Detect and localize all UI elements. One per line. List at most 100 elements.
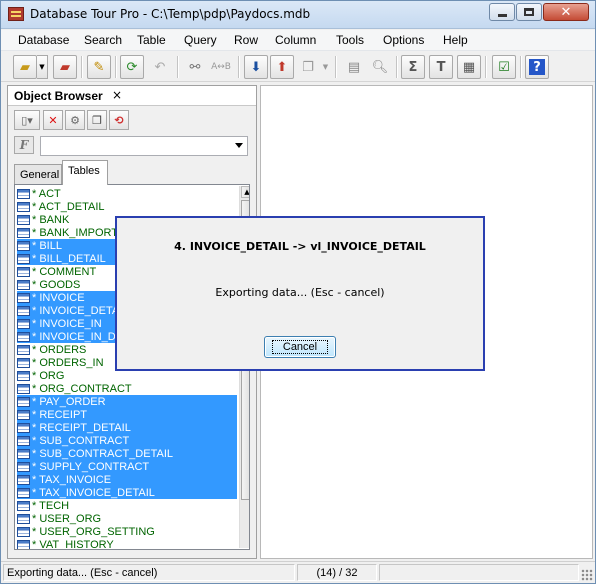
text-icon: T <box>436 59 446 75</box>
list-item[interactable]: * USER_ORG <box>17 512 102 525</box>
object-browser-close-icon[interactable]: × <box>112 88 122 102</box>
menu-row[interactable]: Row <box>234 33 258 47</box>
undo-icon: ↶ <box>154 59 166 75</box>
export-progress-dialog: 4. INVOICE_DETAIL -> vl_INVOICE_DETAIL E… <box>115 216 485 371</box>
list-item[interactable]: * RECEIPT_DETAIL <box>17 421 237 434</box>
list-item[interactable]: * ACT <box>17 187 62 200</box>
menu-help[interactable]: Help <box>443 33 468 47</box>
export-button[interactable]: ⬆ <box>270 55 294 79</box>
list-item[interactable]: * COMMENT <box>17 265 97 278</box>
table-icon <box>17 409 30 420</box>
delete-object-button[interactable]: ✕ <box>43 110 63 130</box>
app-window: Database Tour Pro - C:\Temp\pdp\Paydocs.… <box>0 0 596 584</box>
main-toolbar: ▰ ▼ ▰ ✎ ⟳ ↶ ⚯ A↔B ⬇ ⬆ ❐ ▼ ▤ 🔍︎ Σ T ▦ ☑ ? <box>1 52 595 82</box>
list-item[interactable]: * ORDERS_IN <box>17 356 105 369</box>
sql-button[interactable]: ▦ <box>457 55 481 79</box>
replace-button[interactable]: A↔B <box>209 55 233 79</box>
status-message: Exporting data... (Esc - cancel) <box>3 564 295 581</box>
table-icon <box>17 370 30 381</box>
toolbar-separator <box>177 56 178 78</box>
cancel-button[interactable]: Cancel <box>264 336 336 358</box>
menu-table[interactable]: Table <box>137 33 166 47</box>
menu-column[interactable]: Column <box>275 33 316 47</box>
window-title: Database Tour Pro - C:\Temp\pdp\Paydocs.… <box>30 7 311 21</box>
compact-button[interactable]: ⚙ <box>65 110 85 130</box>
table-icon <box>17 500 30 511</box>
undo-button[interactable]: ↶ <box>148 55 172 79</box>
help-icon: ? <box>529 59 545 75</box>
list-item[interactable]: * ACT_DETAIL <box>17 200 106 213</box>
tab-tables[interactable]: Tables <box>62 160 108 185</box>
scroll-up-icon[interactable]: ▲ <box>241 186 249 198</box>
list-item[interactable]: * TAX_INVOICE_DETAIL <box>17 486 237 499</box>
object-browser-header: Object Browser × <box>8 86 256 106</box>
copy-button[interactable]: ❐ <box>296 55 320 79</box>
list-item[interactable]: * TECH <box>17 499 70 512</box>
preview-button[interactable]: 🔍︎ <box>368 55 392 79</box>
sum-button[interactable]: Σ <box>401 55 425 79</box>
edit-icon: ✎ <box>93 59 105 75</box>
new-object-button[interactable]: ▯▾ <box>14 110 40 130</box>
copy-icon: ❐ <box>302 59 314 75</box>
table-icon <box>17 344 30 355</box>
table-icon <box>17 331 30 342</box>
toolbar-separator <box>335 56 336 78</box>
report-button[interactable]: ▤ <box>342 55 366 79</box>
list-item[interactable]: * SUPPLY_CONTRACT <box>17 460 237 473</box>
resize-grip[interactable] <box>581 569 593 581</box>
menu-tools[interactable]: Tools <box>336 33 364 47</box>
help-button[interactable]: ? <box>525 55 549 79</box>
list-item[interactable]: * TAX_INVOICE <box>17 473 237 486</box>
menu-query[interactable]: Query <box>184 33 217 47</box>
toolbar-separator <box>238 56 239 78</box>
open-database-dropdown[interactable]: ▼ <box>37 55 48 79</box>
table-icon <box>17 357 30 368</box>
new-document-icon: ▯▾ <box>21 113 33 127</box>
table-name: * COMMENT <box>32 265 97 278</box>
import-button[interactable]: ⬇ <box>244 55 268 79</box>
list-item[interactable]: * ORG_CONTRACT <box>17 382 133 395</box>
list-item[interactable]: * BANK <box>17 213 70 226</box>
copy-object-button[interactable]: ❐ <box>87 110 107 130</box>
copy-dropdown[interactable]: ▼ <box>320 55 331 79</box>
table-icon <box>17 240 30 251</box>
apply-button[interactable]: ☑ <box>492 55 516 79</box>
table-icon <box>17 279 30 290</box>
minimize-button[interactable] <box>489 3 515 21</box>
list-item[interactable]: * PAY_ORDER <box>17 395 237 408</box>
find-button[interactable]: ⚯ <box>183 55 207 79</box>
list-item[interactable]: * GOODS <box>17 278 81 291</box>
menu-options[interactable]: Options <box>383 33 424 47</box>
list-item[interactable]: * ORG <box>17 369 65 382</box>
open-database-button[interactable]: ▰ <box>13 55 37 79</box>
list-item[interactable]: * SUB_CONTRACT_DETAIL <box>17 447 237 460</box>
table-name: * ORG <box>32 369 65 382</box>
list-item[interactable]: * BANK_IMPORT <box>17 226 119 239</box>
list-item[interactable]: * SUB_CONTRACT <box>17 434 237 447</box>
list-item[interactable]: * ORDERS <box>17 343 87 356</box>
filter-combo[interactable] <box>40 136 248 156</box>
close-database-button[interactable]: ▰ <box>53 55 77 79</box>
close-button[interactable]: ✕ <box>543 3 589 21</box>
list-item[interactable]: * RECEIPT <box>17 408 237 421</box>
table-icon <box>17 188 30 199</box>
edit-button[interactable]: ✎ <box>87 55 111 79</box>
refresh-objects-button[interactable]: ⟲ <box>109 110 129 130</box>
table-icon <box>17 526 30 537</box>
menu-database[interactable]: Database <box>18 33 69 47</box>
text-button[interactable]: T <box>429 55 453 79</box>
filter-icon: F <box>14 136 34 154</box>
refresh-button[interactable]: ⟳ <box>120 55 144 79</box>
chevron-down-icon <box>235 143 243 148</box>
toolbar-separator <box>115 56 116 78</box>
maximize-button[interactable] <box>516 3 542 21</box>
table-name: * ACT_DETAIL <box>32 200 105 213</box>
list-item[interactable]: * VAT_HISTORY <box>17 538 115 549</box>
preview-icon: 🔍︎ <box>371 59 389 75</box>
menu-search[interactable]: Search <box>84 33 122 47</box>
list-item[interactable]: * USER_ORG_SETTING <box>17 525 156 538</box>
open-database-icon: ▰ <box>20 59 30 75</box>
tab-general[interactable]: General <box>14 164 62 184</box>
table-name: * TAX_INVOICE_DETAIL <box>31 486 156 499</box>
table-name: * INVOICE <box>31 291 86 304</box>
